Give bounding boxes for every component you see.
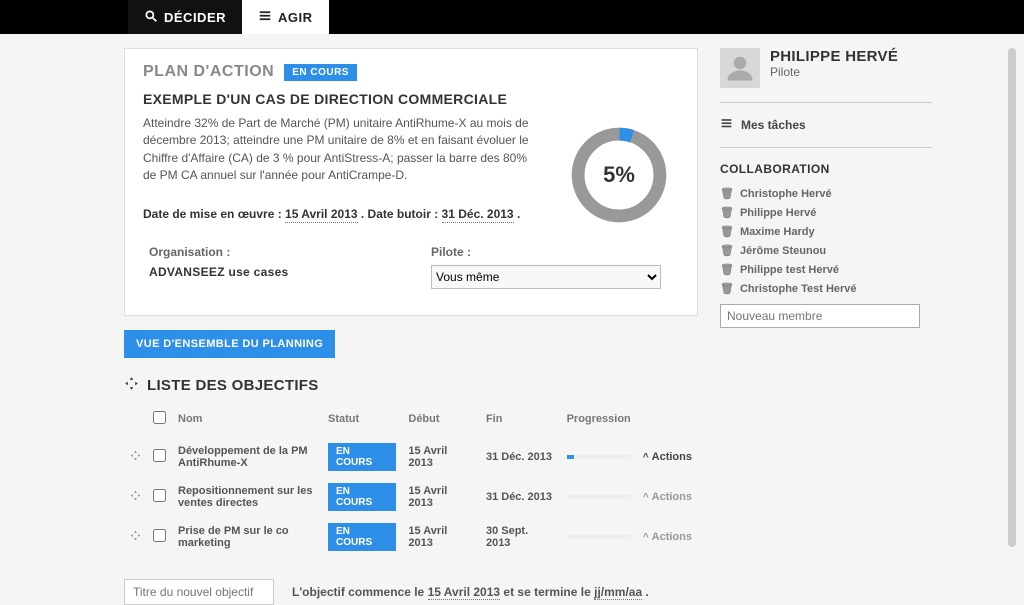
collab-item: 🗑 Maxime Hardy (720, 222, 932, 241)
row-checkbox[interactable] (153, 489, 166, 502)
plan-description: Atteindre 32% de Part de Marché (PM) uni… (143, 115, 533, 185)
plan-start-date[interactable]: 15 Avril 2013 (285, 207, 358, 223)
trash-icon[interactable]: 🗑 (720, 206, 734, 219)
move-icon (124, 376, 139, 395)
new-obj-start-date[interactable]: 15 Avril 2013 (428, 585, 501, 600)
objectives-title-row: LISTE DES OBJECTIFS (124, 376, 698, 395)
collab-name: Jérôme Steunou (740, 245, 826, 257)
trash-icon[interactable]: 🗑 (720, 244, 734, 257)
organisation-value: ADVANSEEZ use cases (149, 265, 391, 279)
top-nav: DÉCIDER AGIR (0, 0, 1024, 34)
collab-item: 🗑 Jérôme Steunou (720, 241, 932, 260)
row-nom[interactable]: Repositionnement sur les ventes directes (172, 477, 322, 517)
col-progression: Progression (561, 405, 637, 437)
new-member-input[interactable] (720, 304, 920, 328)
row-actions-link[interactable]: ^Actions (643, 491, 692, 503)
move-handle[interactable] (124, 437, 147, 477)
row-actions-link[interactable]: ^Actions (643, 451, 692, 463)
divider (720, 102, 932, 103)
trash-icon[interactable]: 🗑 (720, 187, 734, 200)
tab-agir-label: AGIR (278, 10, 313, 25)
organisation-label: Organisation : (149, 245, 391, 259)
row-fin: 30 Sept. 2013 (480, 517, 561, 557)
my-tasks-link[interactable]: Mes tâches (720, 117, 932, 133)
objectives-table: Nom Statut Début Fin Progression Dévelop… (124, 405, 698, 557)
row-fin: 31 Déc. 2013 (480, 477, 561, 517)
row-nom[interactable]: Prise de PM sur le co marketing (172, 517, 322, 557)
plan-card: PLAN D'ACTION EN COURS EXEMPLE D'UN CAS … (124, 48, 698, 316)
trash-icon[interactable]: 🗑 (720, 282, 734, 295)
progress-pct: 5% (565, 121, 673, 229)
collab-name: Christophe Test Hervé (740, 283, 857, 295)
scrollbar[interactable] (1008, 48, 1016, 547)
overview-button[interactable]: VUE D'ENSEMBLE DU PLANNING (124, 330, 335, 358)
collab-name: Philippe Hervé (740, 207, 816, 219)
tab-decider[interactable]: DÉCIDER (128, 0, 242, 34)
col-statut: Statut (322, 405, 402, 437)
new-objective-input[interactable] (124, 579, 274, 605)
table-row: Prise de PM sur le co marketingEN COURS1… (124, 517, 698, 557)
col-nom: Nom (172, 405, 322, 437)
move-handle[interactable] (124, 517, 147, 557)
collab-name: Maxime Hardy (740, 226, 815, 238)
row-debut: 15 Avril 2013 (402, 437, 480, 477)
tab-agir[interactable]: AGIR (242, 0, 329, 34)
collab-name: Christophe Hervé (740, 188, 832, 200)
user-block: PHILIPPE HERVÉ Pilote (720, 48, 932, 88)
user-role: Pilote (770, 65, 898, 79)
progress-donut: 5% (565, 121, 673, 229)
plan-status-badge: EN COURS (284, 64, 357, 81)
row-debut: 15 Avril 2013 (402, 517, 480, 557)
trash-icon[interactable]: 🗑 (720, 263, 734, 276)
col-debut: Début (402, 405, 480, 437)
row-fin: 31 Déc. 2013 (480, 437, 561, 477)
divider (720, 147, 932, 148)
objectives-title: LISTE DES OBJECTIFS (147, 377, 319, 394)
collab-item: 🗑 Christophe Hervé (720, 184, 932, 203)
search-icon (144, 9, 158, 26)
col-fin: Fin (480, 405, 561, 437)
row-nom[interactable]: Développement de la PM AntiRhume-X (172, 437, 322, 477)
row-progress (561, 517, 637, 557)
new-obj-end-date[interactable]: jj/mm/aa (594, 585, 642, 600)
row-checkbox[interactable] (153, 449, 166, 462)
plan-end-date[interactable]: 31 Déc. 2013 (442, 207, 514, 223)
status-badge: EN COURS (328, 523, 396, 551)
plan-title: PLAN D'ACTION (143, 63, 274, 81)
trash-icon[interactable]: 🗑 (720, 225, 734, 238)
row-progress (561, 437, 637, 477)
select-all-checkbox[interactable] (153, 411, 166, 424)
user-name: PHILIPPE HERVÉ (770, 48, 898, 65)
move-handle[interactable] (124, 477, 147, 517)
list-icon (720, 117, 733, 133)
row-progress (561, 477, 637, 517)
collaboration-title: COLLABORATION (720, 162, 932, 176)
pilot-label: Pilote : (431, 245, 673, 259)
collab-item: 🗑 Philippe Hervé (720, 203, 932, 222)
row-actions-link[interactable]: ^Actions (643, 531, 692, 543)
status-badge: EN COURS (328, 483, 396, 511)
tab-decider-label: DÉCIDER (164, 10, 226, 25)
new-objective-dates: L'objectif commence le 15 Avril 2013 et … (292, 585, 649, 599)
pilot-select[interactable]: Vous même (431, 265, 661, 289)
collab-item: 🗑 Philippe test Hervé (720, 260, 932, 279)
plan-subtitle: EXEMPLE D'UN CAS DE DIRECTION COMMERCIAL… (143, 91, 679, 107)
row-debut: 15 Avril 2013 (402, 477, 480, 517)
avatar (720, 48, 760, 88)
table-row: Développement de la PM AntiRhume-XEN COU… (124, 437, 698, 477)
collab-item: 🗑 Christophe Test Hervé (720, 279, 932, 298)
row-checkbox[interactable] (153, 529, 166, 542)
status-badge: EN COURS (328, 443, 396, 471)
list-icon (258, 9, 272, 26)
table-row: Repositionnement sur les ventes directes… (124, 477, 698, 517)
collab-name: Philippe test Hervé (740, 264, 839, 276)
